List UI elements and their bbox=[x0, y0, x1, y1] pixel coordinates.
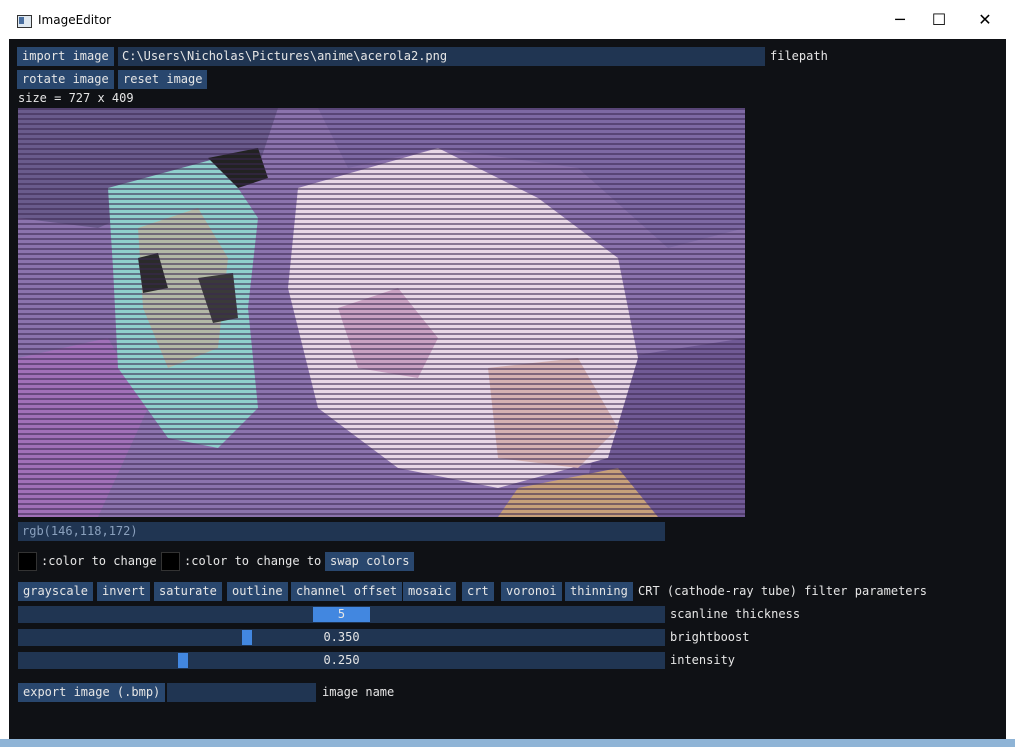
desktop-background bbox=[0, 739, 1015, 747]
image-preview bbox=[18, 108, 745, 517]
brightboost-value: 0.350 bbox=[323, 630, 360, 644]
grayscale-button[interactable]: grayscale bbox=[18, 582, 94, 601]
image-name-input[interactable] bbox=[167, 683, 316, 702]
crt-button[interactable]: crt bbox=[462, 582, 494, 601]
filepath-input[interactable]: C:\Users\Nicholas\Pictures\anime\acerola… bbox=[118, 47, 765, 66]
intensity-label: intensity bbox=[670, 653, 736, 667]
color-to-change-label: :color to change bbox=[41, 554, 157, 568]
editor-panel: import image C:\Users\Nicholas\Pictures\… bbox=[9, 39, 1006, 739]
image-size-text: size = 727 x 409 bbox=[18, 91, 134, 105]
thinning-button[interactable]: thinning bbox=[565, 582, 633, 601]
export-image-button[interactable]: export image (.bmp) bbox=[18, 683, 166, 702]
rotate-image-button[interactable]: rotate image bbox=[17, 70, 114, 89]
maximize-button[interactable]: ☐ bbox=[916, 0, 962, 39]
import-image-button[interactable]: import image bbox=[17, 47, 114, 66]
maximize-icon: ☐ bbox=[931, 10, 947, 29]
filter-params-title: CRT (cathode-ray tube) filter parameters bbox=[638, 584, 927, 598]
brightboost-slider[interactable]: 0.350 bbox=[18, 629, 665, 646]
intensity-value: 0.250 bbox=[323, 653, 360, 667]
intensity-slider[interactable]: 0.250 bbox=[18, 652, 665, 669]
saturate-button[interactable]: saturate bbox=[154, 582, 222, 601]
scanline-thickness-value: 5 bbox=[337, 607, 346, 621]
app-icon bbox=[17, 15, 32, 28]
image-canvas[interactable] bbox=[18, 108, 745, 517]
close-button[interactable]: ✕ bbox=[962, 0, 1008, 39]
scanline-thickness-slider[interactable]: 5 bbox=[18, 606, 665, 623]
color-to-change-to-swatch[interactable] bbox=[161, 552, 180, 571]
image-name-label: image name bbox=[322, 685, 395, 699]
color-to-change-swatch[interactable] bbox=[18, 552, 37, 571]
filepath-label: filepath bbox=[770, 49, 828, 63]
swap-colors-button[interactable]: swap colors bbox=[325, 552, 415, 571]
reset-image-button[interactable]: reset image bbox=[118, 70, 208, 89]
invert-button[interactable]: invert bbox=[97, 582, 151, 601]
mosaic-button[interactable]: mosaic bbox=[403, 582, 457, 601]
scanline-thickness-label: scanline thickness bbox=[670, 607, 801, 621]
window-title: ImageEditor bbox=[38, 13, 112, 27]
title-bar[interactable]: ImageEditor ─ ☐ ✕ bbox=[0, 0, 1015, 39]
minimize-icon: ─ bbox=[895, 10, 905, 29]
voronoi-button[interactable]: voronoi bbox=[501, 582, 562, 601]
channel-offset-button[interactable]: channel offset bbox=[291, 582, 403, 601]
brightboost-label: brightboost bbox=[670, 630, 750, 644]
outline-button[interactable]: outline bbox=[227, 582, 288, 601]
color-to-change-to-label: :color to change to bbox=[184, 554, 322, 568]
pixel-color-readout: rgb(146,118,172) bbox=[18, 522, 665, 541]
close-icon: ✕ bbox=[978, 10, 992, 29]
